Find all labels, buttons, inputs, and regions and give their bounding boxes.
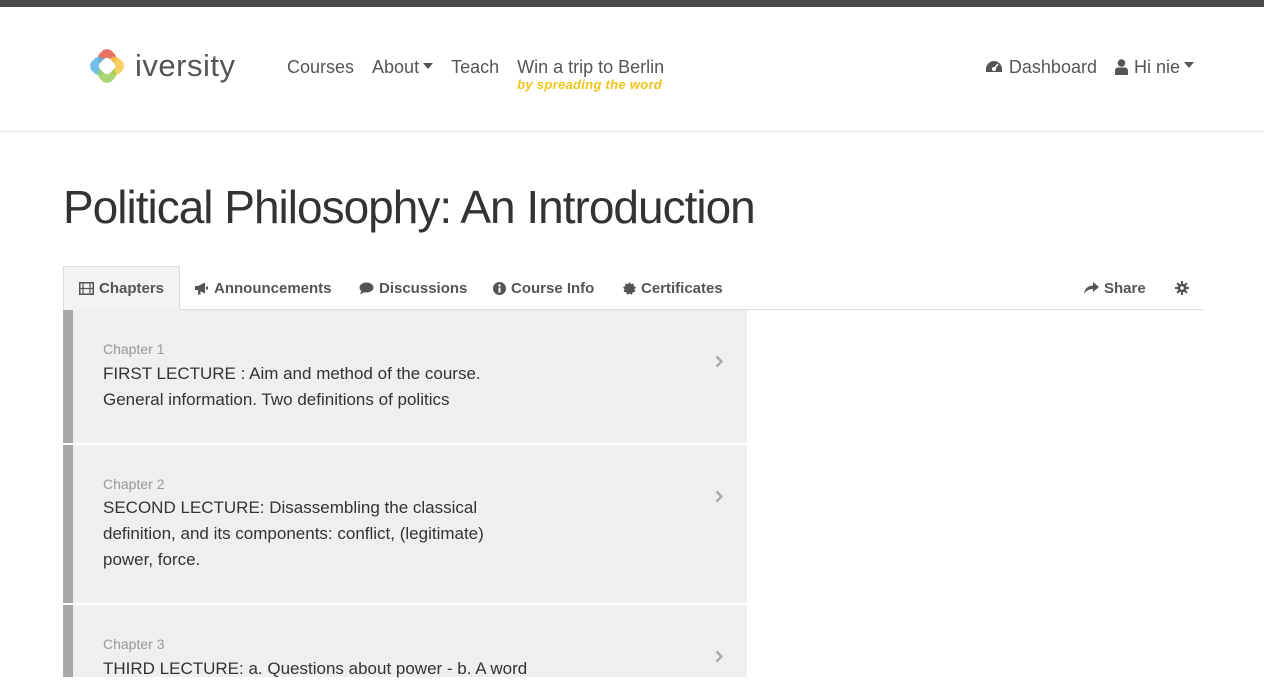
nav-courses[interactable]: Courses: [287, 55, 354, 79]
chevron-right-icon: [715, 355, 723, 368]
top-bar: [0, 0, 1264, 7]
comment-icon: [359, 282, 374, 294]
promo-title: Win a trip to Berlin: [517, 57, 665, 77]
chapter-title: SECOND LECTURE: Disassembling the classi…: [103, 498, 484, 569]
tab-course-info-label: Course Info: [511, 279, 595, 297]
main-nav: Courses About Teach Win a trip to Berlin…: [287, 55, 682, 92]
tab-announcements-label: Announcements: [214, 279, 332, 297]
tab-discussions-label: Discussions: [379, 279, 468, 297]
nav-dashboard[interactable]: Dashboard: [985, 55, 1097, 79]
chapter-item[interactable]: Chapter 3 THIRD LECTURE: a. Questions ab…: [63, 605, 747, 678]
nav-about[interactable]: About: [372, 55, 434, 79]
nav-teach[interactable]: Teach: [451, 55, 499, 79]
chapter-item[interactable]: Chapter 2 SECOND LECTURE: Disassembling …: [63, 445, 747, 603]
chevron-right-icon: [715, 490, 723, 503]
user-greeting: Hi nie: [1133, 57, 1180, 77]
nav-promo[interactable]: Win a trip to Berlin by spreading the wo…: [517, 55, 665, 92]
tab-announcements[interactable]: Announcements: [194, 266, 332, 310]
brand-name: iversity: [135, 48, 236, 83]
brand-logo[interactable]: iversity: [85, 44, 235, 88]
gear-icon: [1175, 281, 1189, 295]
film-icon: [79, 281, 94, 295]
tab-chapters[interactable]: Chapters: [63, 266, 181, 310]
user-nav: Dashboard Hi nie: [967, 55, 1194, 79]
caret-down-icon: [1184, 62, 1194, 68]
promo-subtitle: by spreading the word: [517, 77, 663, 92]
chapter-title: THIRD LECTURE: a. Questions about power …: [103, 659, 528, 678]
user-icon: [1114, 59, 1128, 75]
nav-dashboard-label: Dashboard: [1008, 57, 1097, 77]
tab-certificates-label: Certificates: [641, 279, 723, 297]
chapter-number: Chapter 2: [103, 476, 165, 492]
share-icon: [1084, 281, 1099, 294]
tab-certificates[interactable]: Certificates: [623, 266, 723, 310]
chapter-number: Chapter 1: [103, 341, 165, 357]
nav-about-label: About: [372, 57, 420, 77]
certificate-icon: [623, 281, 636, 295]
chapter-number: Chapter 3: [103, 636, 165, 652]
tab-chapters-label: Chapters: [99, 279, 165, 297]
settings-button[interactable]: [1175, 266, 1194, 310]
chapter-item[interactable]: Chapter 1 FIRST LECTURE : Aim and method…: [63, 310, 747, 443]
share-label: Share: [1104, 279, 1146, 297]
site-header: iversity Courses About Teach Win a trip …: [0, 7, 1264, 132]
dashboard-icon: [985, 61, 1002, 72]
chapter-title: FIRST LECTURE : Aim and method of the co…: [103, 364, 481, 409]
caret-down-icon: [423, 63, 434, 70]
info-circle-icon: [493, 281, 506, 295]
bullhorn-icon: [195, 282, 208, 294]
iversity-logo-icon: [90, 49, 124, 83]
tab-discussions[interactable]: Discussions: [359, 266, 467, 310]
share-button[interactable]: Share: [1084, 266, 1146, 310]
course-title: Political Philosophy: An Introduction: [63, 181, 756, 233]
course-tabs: Chapters Announcements Discussions Cours…: [63, 266, 1203, 310]
chevron-right-icon: [715, 650, 723, 663]
nav-user-menu[interactable]: Hi nie: [1114, 55, 1194, 79]
tab-course-info[interactable]: Course Info: [493, 266, 594, 310]
